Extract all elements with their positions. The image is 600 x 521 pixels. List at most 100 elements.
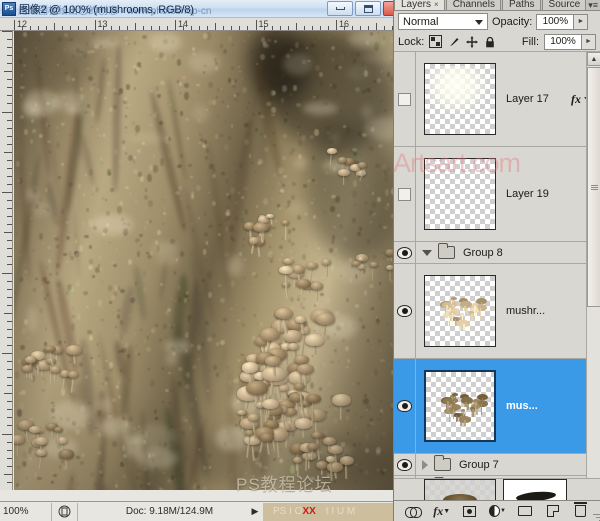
layer-visibility-toggle[interactable] — [394, 454, 416, 475]
vertical-ruler[interactable] — [0, 31, 13, 490]
scroll-up-button[interactable]: ▲ — [587, 52, 600, 66]
chevron-right-icon[interactable] — [422, 460, 428, 470]
layer-visibility-toggle[interactable] — [394, 52, 416, 146]
chevron-down-icon[interactable] — [422, 250, 432, 256]
bark-speckle — [234, 98, 238, 101]
blend-mode-select[interactable]: Normal — [398, 13, 488, 30]
layer-visibility-toggle[interactable] — [394, 147, 416, 241]
document-proxy-icon[interactable] — [52, 503, 78, 521]
brush-glyph — [448, 36, 460, 48]
bark-speckle — [376, 319, 380, 324]
bark-speckle — [319, 387, 323, 391]
minimize-button[interactable] — [327, 1, 353, 16]
bark-speckle — [365, 301, 368, 304]
mushroom-cap — [14, 435, 25, 443]
fill-slider-arrow[interactable]: ► — [582, 34, 596, 50]
bark-speckle — [58, 314, 59, 315]
bark-speckle — [162, 401, 163, 403]
status-menu-arrow[interactable]: ▶ — [247, 506, 263, 517]
resize-grip[interactable] — [592, 512, 600, 521]
panel-menu-icon[interactable]: ▾≡ — [588, 0, 598, 10]
new-group-icon[interactable] — [517, 503, 534, 519]
layer-row[interactable]: Layer 19 — [394, 147, 600, 242]
bark-speckle — [280, 459, 283, 462]
close-icon[interactable]: × — [434, 0, 439, 9]
bark-speckle — [52, 471, 53, 472]
bark-speckle — [137, 469, 140, 472]
new-adjustment-layer-icon[interactable]: ▼ — [489, 503, 506, 519]
bark-speckle — [387, 258, 390, 261]
bark-speckle — [333, 418, 338, 424]
bark-speckle — [381, 252, 384, 254]
ruler-tick — [2, 353, 13, 354]
scrollbar-thumb[interactable] — [587, 67, 600, 307]
bark-speckle — [203, 245, 207, 248]
layer-visibility-toggle[interactable] — [394, 359, 416, 453]
layer-row[interactable]: mushr... — [394, 264, 600, 359]
bark-speckle — [88, 265, 93, 270]
bark-speckle — [241, 354, 244, 357]
layer-visibility-toggle[interactable] — [394, 242, 416, 263]
layer-visibility-toggle[interactable] — [394, 264, 416, 358]
link-layers-icon[interactable] — [405, 503, 422, 519]
layer-list-scrollbar[interactable]: ▲ — [586, 52, 600, 489]
bark-speckle — [385, 189, 389, 196]
layer-thumbnail-cell[interactable] — [416, 158, 496, 230]
bark-highlight — [166, 353, 177, 364]
horizontal-ruler[interactable]: 1213141516 — [0, 18, 393, 31]
bark-speckle — [143, 174, 144, 175]
opacity-slider-arrow[interactable]: ► — [574, 14, 588, 30]
fx-icon[interactable]: fx — [571, 92, 581, 107]
bark-speckle — [153, 154, 156, 158]
opacity-control[interactable]: 100% ► — [536, 14, 588, 30]
layer-row[interactable]: mus... — [394, 359, 600, 454]
bark-speckle — [84, 235, 88, 238]
layer-thumbnail-cell[interactable] — [416, 275, 496, 347]
add-layer-mask-icon[interactable] — [461, 503, 478, 519]
opacity-input[interactable]: 100% — [536, 14, 574, 30]
close-button[interactable] — [383, 1, 393, 16]
bark-speckle — [92, 275, 94, 277]
bark-speckle — [374, 285, 375, 286]
bark-speckle — [149, 124, 152, 126]
lock-all-icon[interactable] — [483, 35, 496, 48]
layer-row[interactable]: Layer 17fx — [394, 52, 600, 147]
delete-layer-icon[interactable] — [572, 503, 589, 519]
bark-speckle — [281, 181, 283, 183]
bark-speckle — [22, 327, 27, 335]
bark-highlight — [285, 201, 308, 215]
tab-paths[interactable]: Paths — [502, 0, 541, 10]
layer-list[interactable]: Layer 17fxLayer 19Group 8mushr...mus...G… — [394, 52, 600, 489]
title-bar[interactable]: Ps 用绘图板绘出您的创意 · www.photoshop-cn 图像2 @ 1… — [0, 0, 393, 18]
bark-speckle — [174, 271, 177, 275]
restore-button[interactable] — [355, 1, 381, 16]
eye-icon — [397, 247, 412, 259]
tab-layers[interactable]: Layers× — [394, 0, 445, 10]
bark-speckle — [92, 359, 96, 364]
layer-thumbnail-cell[interactable] — [416, 63, 496, 135]
new-layer-icon[interactable] — [545, 503, 562, 519]
add-layer-style-icon[interactable]: fx▼ — [433, 503, 450, 519]
lock-position-icon[interactable] — [465, 35, 478, 48]
bark-speckle — [192, 47, 195, 51]
tab-source[interactable]: Source — [542, 0, 587, 10]
tab-channels[interactable]: Channels — [446, 0, 501, 10]
image-canvas[interactable] — [14, 31, 393, 490]
fill-control[interactable]: 100% ► — [544, 34, 596, 50]
zoom-level[interactable]: 100% — [0, 503, 52, 521]
lock-image-pixels-icon[interactable] — [447, 35, 460, 48]
layer-thumbnail-cell[interactable] — [416, 370, 496, 442]
layer-row-partial[interactable] — [394, 478, 600, 500]
bark-speckle — [41, 380, 42, 382]
lock-transparency-icon[interactable] — [429, 35, 442, 48]
layer-group-row[interactable]: Group 8 — [394, 242, 600, 264]
bark-speckle — [164, 206, 167, 210]
fill-input[interactable]: 100% — [544, 34, 582, 50]
bark-speckle — [124, 475, 126, 477]
bark-speckle — [133, 159, 135, 163]
bark-speckle — [238, 101, 239, 103]
layer-group-row[interactable]: Group 7 — [394, 454, 600, 476]
bark-speckle — [106, 281, 108, 283]
mushroom-cap — [260, 433, 274, 442]
status-bar-overflow: PS I O XX t I U M — [263, 503, 393, 521]
